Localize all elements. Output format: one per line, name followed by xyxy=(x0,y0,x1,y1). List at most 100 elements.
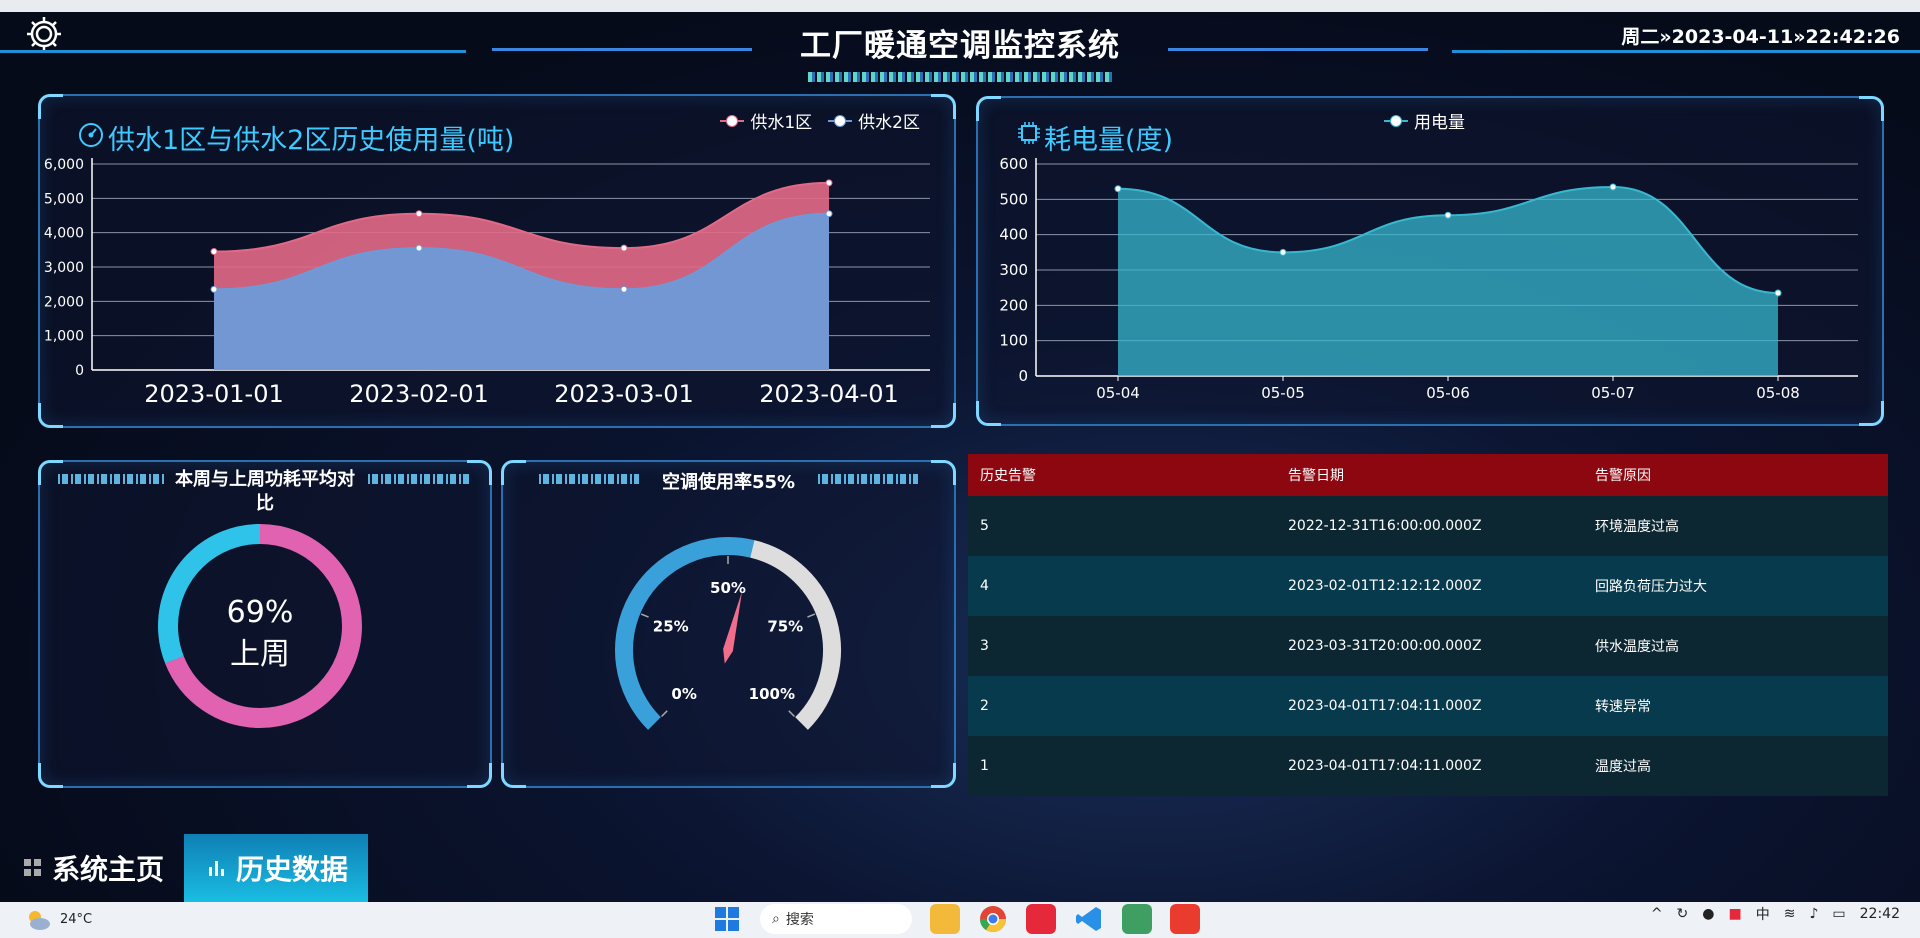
table-row[interactable]: 2 2023-04-01T17:04:11.000Z 转速异常 xyxy=(968,676,1888,736)
gauge-label: 50% xyxy=(710,579,746,597)
alarm-id-cell: 4 xyxy=(968,556,1276,616)
wifi-icon[interactable]: ≋ xyxy=(1784,906,1796,922)
power-usage-panel: 耗电量(度) 用电量 0 100 200 300 400 500 600 05-04 05-05… xyxy=(976,96,1884,426)
table-row[interactable]: 4 2023-02-01T12:12:12.000Z 回路负荷压力过大 xyxy=(968,556,1888,616)
diagram-app-icon[interactable] xyxy=(1122,904,1152,934)
nav-history-button[interactable]: 历史数据 xyxy=(184,834,369,902)
y-tick-label: 600 xyxy=(999,155,1028,173)
table-row[interactable]: 3 2023-03-31T20:00:00.000Z 供水温度过高 xyxy=(968,616,1888,676)
browser-top-strip xyxy=(0,0,1920,12)
taskbar-weather[interactable]: 24°C xyxy=(24,906,92,932)
data-point xyxy=(415,210,423,218)
alarm-date-cell: 2023-04-01T17:04:11.000Z xyxy=(1276,676,1583,736)
x-tick-label: 2023-04-01 xyxy=(759,380,898,408)
gauge-label: 75% xyxy=(767,617,803,635)
panel-corner xyxy=(467,763,492,788)
refresh-icon[interactable]: ↻ xyxy=(1677,906,1689,922)
taskbar-search[interactable]: ⌕ 搜索 xyxy=(760,904,912,934)
gauge-label: 100% xyxy=(749,685,795,703)
alarm-reason-cell: 转速异常 xyxy=(1583,676,1888,736)
y-tick-label: 100 xyxy=(999,332,1028,350)
alarm-id-cell: 3 xyxy=(968,616,1276,676)
data-point xyxy=(620,285,628,293)
weather-icon xyxy=(29,911,50,930)
alarm-reason-cell: 供水温度过高 xyxy=(1583,616,1888,676)
vscode-icon[interactable] xyxy=(1074,904,1104,934)
alarm-id-cell: 5 xyxy=(968,496,1276,556)
alarm-id-cell: 1 xyxy=(968,736,1276,796)
data-point xyxy=(620,244,628,252)
x-tick-label: 2023-02-01 xyxy=(349,380,488,408)
x-tick-label: 05-08 xyxy=(1756,384,1800,402)
gauge-label: 0% xyxy=(671,685,696,703)
chevron-up-icon[interactable]: ^ xyxy=(1651,906,1663,922)
power-usage-chart: 0 100 200 300 400 500 600 05-04 05-05 05-06 05-07 0… xyxy=(999,155,1858,402)
nav-home-label: 系统主页 xyxy=(52,853,165,886)
y-tick-label: 5,000 xyxy=(44,191,84,207)
alarm-history-table: 历史告警 告警日期 告警原因 5 2022-12-31T16:00:00.000… xyxy=(968,454,1888,796)
y-tick-label: 3,000 xyxy=(44,260,84,276)
taskbar-clock[interactable]: 22:42 xyxy=(1860,906,1900,922)
ime-indicator[interactable]: 中 xyxy=(1756,904,1770,924)
x-tick-label: 05-06 xyxy=(1426,384,1470,402)
nav-home-button[interactable]: 系统主页 xyxy=(0,834,184,902)
water-usage-chart: 0 1,000 2,000 3,000 4,000 5,000 6,000 2023-01-0… xyxy=(44,157,930,408)
data-point xyxy=(825,210,833,218)
grid-icon xyxy=(24,859,41,876)
y-tick-label: 2,000 xyxy=(44,294,84,310)
y-tick-label: 6,000 xyxy=(44,157,84,173)
data-point xyxy=(1114,185,1122,193)
data-point xyxy=(415,244,423,252)
nav-history-label: 历史数据 xyxy=(236,853,349,886)
y-tick-label: 400 xyxy=(999,226,1028,244)
chrome-icon[interactable] xyxy=(978,904,1008,934)
y-tick-label: 500 xyxy=(999,190,1028,208)
panel-corner xyxy=(501,763,526,788)
week-donut-chart: 69% 上周 xyxy=(158,524,362,728)
gauge-tick xyxy=(661,710,668,717)
data-point xyxy=(825,179,833,187)
data-point xyxy=(1444,211,1452,219)
system-tray: ^ ↻ ● ■ 中 ≋ ♪ ▭ 22:42 xyxy=(1651,904,1900,924)
alarm-date-cell: 2023-03-31T20:00:00.000Z xyxy=(1276,616,1583,676)
table-row[interactable]: 1 2023-04-01T17:04:11.000Z 温度过高 xyxy=(968,736,1888,796)
x-tick-label: 05-04 xyxy=(1096,384,1140,402)
week-comparison-title: 本周与上周功耗平均对比 xyxy=(175,469,355,514)
table-row[interactable]: 5 2022-12-31T16:00:00.000Z 环境温度过高 xyxy=(968,496,1888,556)
os-taskbar: 24°C ⌕ 搜索 ^ ↻ ● ■ 中 ≋ ♪ ▭ 22:42 xyxy=(0,902,1920,938)
dashboard: 工厂暖通空调监控系统 周二»2023-04-11»22:42:26 供水1区与供… xyxy=(0,12,1920,902)
y-tick-label: 0 xyxy=(75,363,84,379)
alarm-date-cell: 2023-02-01T12:12:12.000Z xyxy=(1276,556,1583,616)
x-tick-label: 2023-01-01 xyxy=(144,380,283,408)
windows-start-icon[interactable] xyxy=(712,904,742,934)
x-tick-label: 2023-03-01 xyxy=(554,380,693,408)
youdao-icon[interactable] xyxy=(1026,904,1056,934)
tray-app-icon[interactable]: ■ xyxy=(1729,906,1742,922)
alarm-date-cell: 2022-12-31T16:00:00.000Z xyxy=(1276,496,1583,556)
qq-icon[interactable]: ● xyxy=(1702,906,1714,922)
taskbar-temperature: 24°C xyxy=(60,911,93,927)
ac-usage-gauge: 0% 25% 50% 75% 100% xyxy=(615,537,841,730)
alarm-reason-cell: 温度过高 xyxy=(1583,736,1888,796)
alarm-reason-cell: 环境温度过高 xyxy=(1583,496,1888,556)
y-tick-label: 200 xyxy=(999,296,1028,314)
y-tick-label: 4,000 xyxy=(44,226,84,242)
volume-icon[interactable]: ♪ xyxy=(1809,906,1818,922)
y-tick-label: 300 xyxy=(999,261,1028,279)
column-header-reason: 告警原因 xyxy=(1583,454,1888,496)
bottom-nav: 系统主页 历史数据 xyxy=(0,834,369,902)
datetime-display: 周二»2023-04-11»22:42:26 xyxy=(1621,26,1900,48)
ac-usage-panel: 空调使用率55% 0% 25% 50% 75% 100% xyxy=(501,460,956,788)
file-explorer-icon[interactable] xyxy=(930,904,960,934)
search-label: 搜索 xyxy=(785,912,814,928)
y-tick-label: 1,000 xyxy=(44,329,84,345)
alarm-date-cell: 2023-04-01T17:04:11.000Z xyxy=(1276,736,1583,796)
wps-icon[interactable] xyxy=(1170,904,1200,934)
column-header-date: 告警日期 xyxy=(1276,454,1583,496)
gauge-tick xyxy=(788,710,795,717)
water-usage-panel: 供水1区与供水2区历史使用量(吨) 供水1区 供水2区 0 1,000 2,000 3… xyxy=(38,94,956,428)
panel-corner xyxy=(38,763,63,788)
battery-icon[interactable]: ▭ xyxy=(1832,906,1845,922)
bar-chart-icon xyxy=(209,861,225,876)
data-point xyxy=(1279,248,1287,256)
